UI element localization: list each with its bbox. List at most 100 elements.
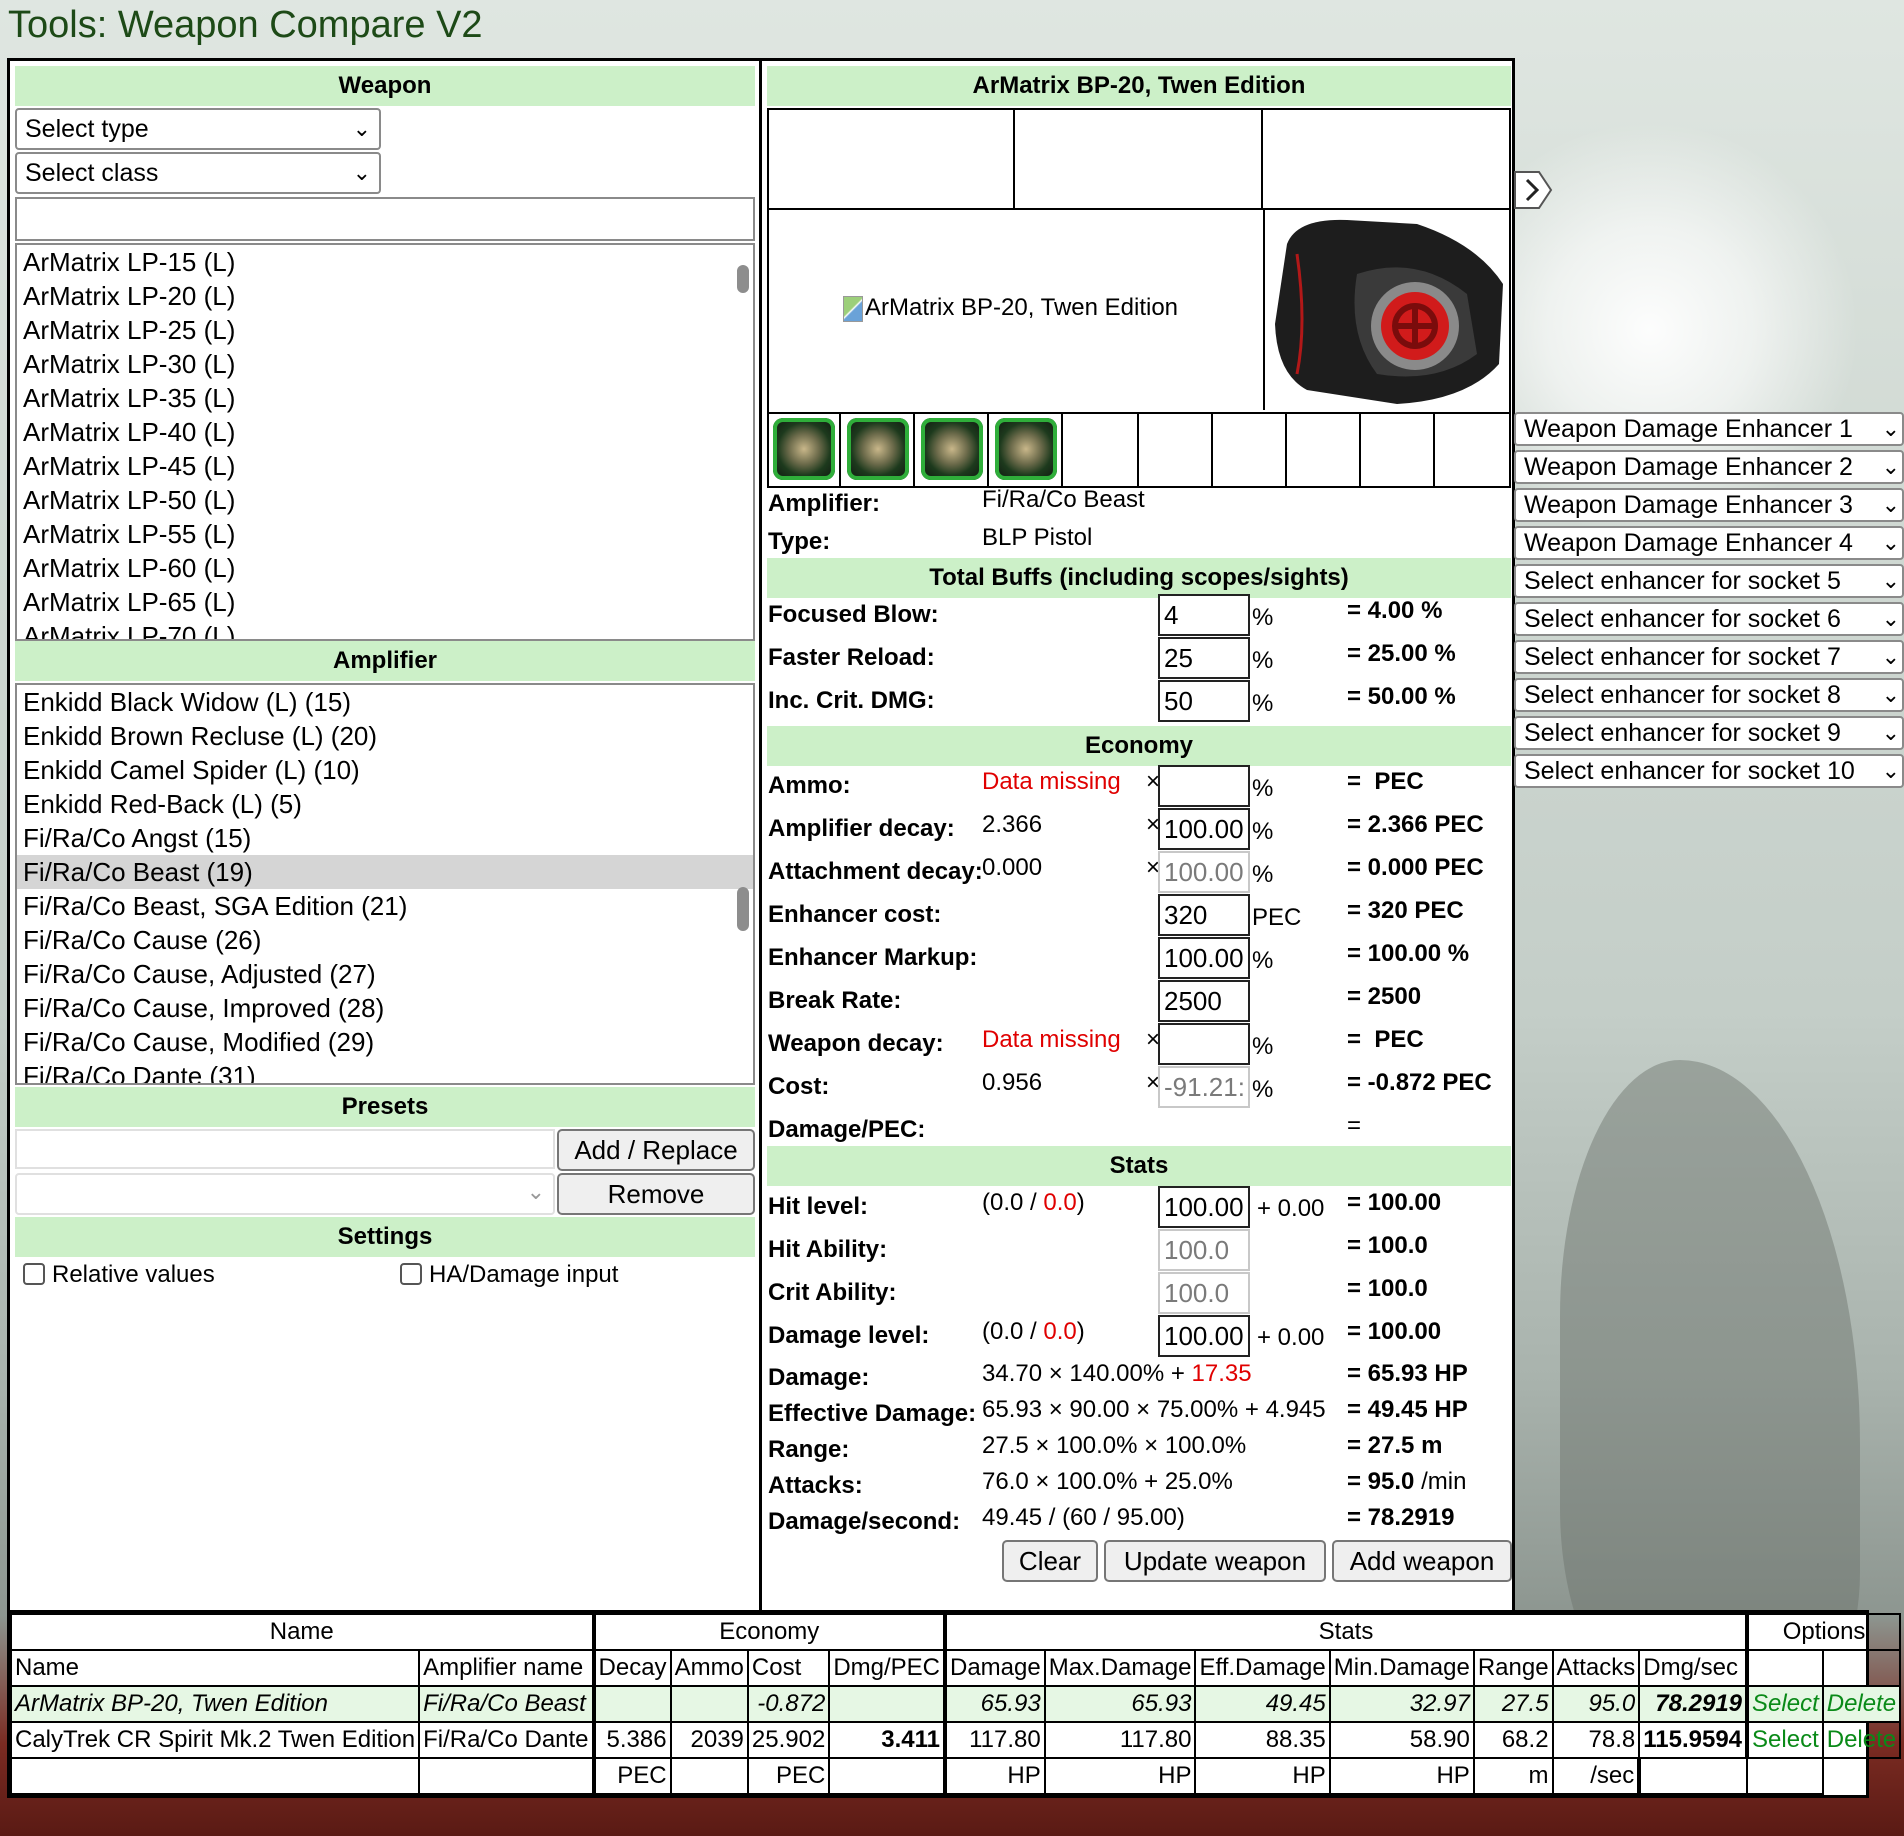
delete-link[interactable]: Delete bbox=[1821, 1685, 1902, 1723]
weapon-list-item[interactable]: ArMatrix LP-55 (L) bbox=[17, 517, 753, 551]
enhancer-markup-input[interactable]: 100.00 bbox=[1158, 937, 1250, 979]
column-header[interactable]: Amplifier name bbox=[418, 1649, 595, 1687]
column-header[interactable]: Eff.Damage bbox=[1194, 1649, 1331, 1687]
relative-values-checkbox[interactable] bbox=[23, 1263, 45, 1285]
enhancer-select-6[interactable]: Select enhancer for socket 6 ⌄ bbox=[1514, 602, 1904, 636]
socket-6[interactable] bbox=[1139, 414, 1213, 486]
amplifier-list-item[interactable]: Fi/Ra/Co Cause, Improved (28) bbox=[17, 991, 753, 1025]
enhancer-select-5[interactable]: Select enhancer for socket 5 ⌄ bbox=[1514, 564, 1904, 598]
buff-input[interactable]: 4 bbox=[1158, 594, 1250, 636]
enhancer-select-8[interactable]: Select enhancer for socket 8 ⌄ bbox=[1514, 678, 1904, 712]
ha-damage-checkbox[interactable] bbox=[400, 1263, 422, 1285]
select-link[interactable]: Select bbox=[1745, 1685, 1824, 1723]
weapon-list-scrollbar[interactable] bbox=[737, 265, 749, 293]
crit-ability-input[interactable]: 100.0 bbox=[1158, 1272, 1250, 1314]
add-replace-button[interactable]: Add / Replace bbox=[557, 1129, 755, 1171]
class-select[interactable]: Select class ⌄ bbox=[15, 152, 381, 194]
weapon-list-item[interactable]: ArMatrix LP-25 (L) bbox=[17, 313, 753, 347]
delete-link[interactable]: Delete bbox=[1821, 1721, 1902, 1759]
weapon-list-item[interactable]: ArMatrix LP-40 (L) bbox=[17, 415, 753, 449]
amplifier-list-item[interactable]: Fi/Ra/Co Cause, Adjusted (27) bbox=[17, 957, 753, 991]
hit-level-input[interactable]: 100.00 bbox=[1158, 1186, 1250, 1228]
hit-ability-input[interactable]: 100.0 bbox=[1158, 1229, 1250, 1271]
enhancer-select-7[interactable]: Select enhancer for socket 7 ⌄ bbox=[1514, 640, 1904, 674]
clear-button[interactable]: Clear bbox=[1002, 1540, 1098, 1582]
enhancer-select-10[interactable]: Select enhancer for socket 10 ⌄ bbox=[1514, 754, 1904, 788]
enhancer-select-3[interactable]: Weapon Damage Enhancer 3 ⌄ bbox=[1514, 488, 1904, 522]
attach-decay-input[interactable]: 100.00 bbox=[1158, 851, 1250, 893]
amplifier-list-item[interactable]: Fi/Ra/Co Beast (19) bbox=[17, 855, 753, 889]
weapon-list-item[interactable]: ArMatrix LP-20 (L) bbox=[17, 279, 753, 313]
weapon-list-item[interactable]: ArMatrix LP-60 (L) bbox=[17, 551, 753, 585]
weapon-list[interactable]: ArMatrix LP-15 (L) ArMatrix LP-20 (L) ArMa… bbox=[15, 243, 755, 641]
select-link[interactable]: Select bbox=[1745, 1721, 1824, 1759]
update-weapon-button[interactable]: Update weapon bbox=[1104, 1540, 1326, 1582]
column-header[interactable]: Dmg/PEC bbox=[828, 1649, 946, 1687]
amplifier-list-item[interactable]: Enkidd Red-Back (L) (5) bbox=[17, 787, 753, 821]
chevron-right-icon[interactable] bbox=[1513, 170, 1553, 210]
preset-name-input[interactable] bbox=[15, 1129, 555, 1169]
amplifier-list[interactable]: Enkidd Black Widow (L) (15) Enkidd Brown … bbox=[15, 683, 755, 1085]
break-rate-input[interactable]: 2500 bbox=[1158, 980, 1250, 1022]
socket-9[interactable] bbox=[1361, 414, 1435, 486]
remove-button[interactable]: Remove bbox=[557, 1173, 755, 1215]
settings-header: Settings bbox=[15, 1217, 755, 1257]
socket-2[interactable] bbox=[843, 414, 915, 486]
column-header[interactable]: Decay bbox=[591, 1649, 672, 1687]
weapon-list-item[interactable]: ArMatrix LP-70 (L) bbox=[17, 619, 753, 639]
socket-7[interactable] bbox=[1213, 414, 1287, 486]
socket-3[interactable] bbox=[917, 414, 989, 486]
amplifier-list-item[interactable]: Fi/Ra/Co Cause (26) bbox=[17, 923, 753, 957]
add-weapon-button[interactable]: Add weapon bbox=[1332, 1540, 1512, 1582]
column-header[interactable]: Attacks bbox=[1551, 1649, 1641, 1687]
attacks-label: Attacks: bbox=[768, 1472, 863, 1499]
amplifier-list-item[interactable]: Enkidd Brown Recluse (L) (20) bbox=[17, 719, 753, 753]
amplifier-list-item[interactable]: Fi/Ra/Co Angst (15) bbox=[17, 821, 753, 855]
weapon-list-item[interactable]: ArMatrix LP-35 (L) bbox=[17, 381, 753, 415]
type-select[interactable]: Select type ⌄ bbox=[15, 108, 381, 150]
hit-ability-label: Hit Ability: bbox=[768, 1236, 888, 1263]
weapon-decay-input[interactable] bbox=[1158, 1023, 1250, 1065]
dps-formula: 49.45 / (60 / 95.00) bbox=[982, 1504, 1185, 1531]
preset-select[interactable]: ⌄ bbox=[15, 1173, 555, 1215]
enhancer-select-9[interactable]: Select enhancer for socket 9 ⌄ bbox=[1514, 716, 1904, 750]
buff-input[interactable]: 50 bbox=[1158, 680, 1250, 722]
column-header[interactable]: Name bbox=[9, 1649, 421, 1687]
column-header[interactable]: Damage bbox=[943, 1649, 1046, 1687]
damage-level-input[interactable]: 100.00 bbox=[1158, 1315, 1250, 1357]
weapon-list-item[interactable]: ArMatrix LP-50 (L) bbox=[17, 483, 753, 517]
enhancer-select-2[interactable]: Weapon Damage Enhancer 2 ⌄ bbox=[1514, 450, 1904, 484]
column-header[interactable]: Min.Damage bbox=[1328, 1649, 1475, 1687]
enhancer-cost-input[interactable]: 320 bbox=[1158, 894, 1250, 936]
weapon-search-input[interactable] bbox=[15, 197, 755, 241]
amplifier-list-item[interactable]: Enkidd Camel Spider (L) (10) bbox=[17, 753, 753, 787]
cost-input[interactable]: -91.21: bbox=[1158, 1066, 1250, 1108]
socket-1[interactable] bbox=[769, 414, 841, 486]
table-row[interactable]: CalyTrek CR Spirit Mk.2 Twen Edition Fi/R… bbox=[9, 1721, 1902, 1759]
column-header[interactable]: Cost bbox=[746, 1649, 831, 1687]
socket-10[interactable] bbox=[1435, 414, 1509, 486]
amplifier-list-item[interactable]: Fi/Ra/Co Cause, Modified (29) bbox=[17, 1025, 753, 1059]
buff-input[interactable]: 25 bbox=[1158, 637, 1250, 679]
enhancer-select-1[interactable]: Weapon Damage Enhancer 1 ⌄ bbox=[1514, 412, 1904, 446]
amplifier-list-scrollbar[interactable] bbox=[737, 887, 749, 931]
socket-8[interactable] bbox=[1287, 414, 1361, 486]
table-row[interactable]: ArMatrix BP-20, Twen Edition Fi/Ra/Co Bea… bbox=[9, 1685, 1902, 1723]
column-header[interactable]: Dmg/sec bbox=[1638, 1649, 1749, 1687]
amplifier-list-item[interactable]: Enkidd Black Widow (L) (15) bbox=[17, 685, 753, 719]
socket-5[interactable] bbox=[1065, 414, 1139, 486]
column-header[interactable]: Max.Damage bbox=[1043, 1649, 1197, 1687]
socket-4[interactable] bbox=[991, 414, 1063, 486]
weapon-list-item[interactable]: ArMatrix LP-45 (L) bbox=[17, 449, 753, 483]
column-header[interactable]: Range bbox=[1472, 1649, 1554, 1687]
weapon-list-item[interactable]: ArMatrix LP-15 (L) bbox=[17, 245, 753, 279]
cell-ammo: 2039 bbox=[669, 1721, 749, 1759]
enhancer-select-4[interactable]: Weapon Damage Enhancer 4 ⌄ bbox=[1514, 526, 1904, 560]
weapon-list-item[interactable]: ArMatrix LP-65 (L) bbox=[17, 585, 753, 619]
amplifier-list-item[interactable]: Fi/Ra/Co Dante (31) bbox=[17, 1059, 753, 1083]
amplifier-list-item[interactable]: Fi/Ra/Co Beast, SGA Edition (21) bbox=[17, 889, 753, 923]
amp-decay-input[interactable]: 100.00 bbox=[1158, 808, 1250, 850]
ammo-input[interactable] bbox=[1158, 765, 1250, 807]
weapon-list-item[interactable]: ArMatrix LP-30 (L) bbox=[17, 347, 753, 381]
column-header[interactable]: Ammo bbox=[669, 1649, 749, 1687]
